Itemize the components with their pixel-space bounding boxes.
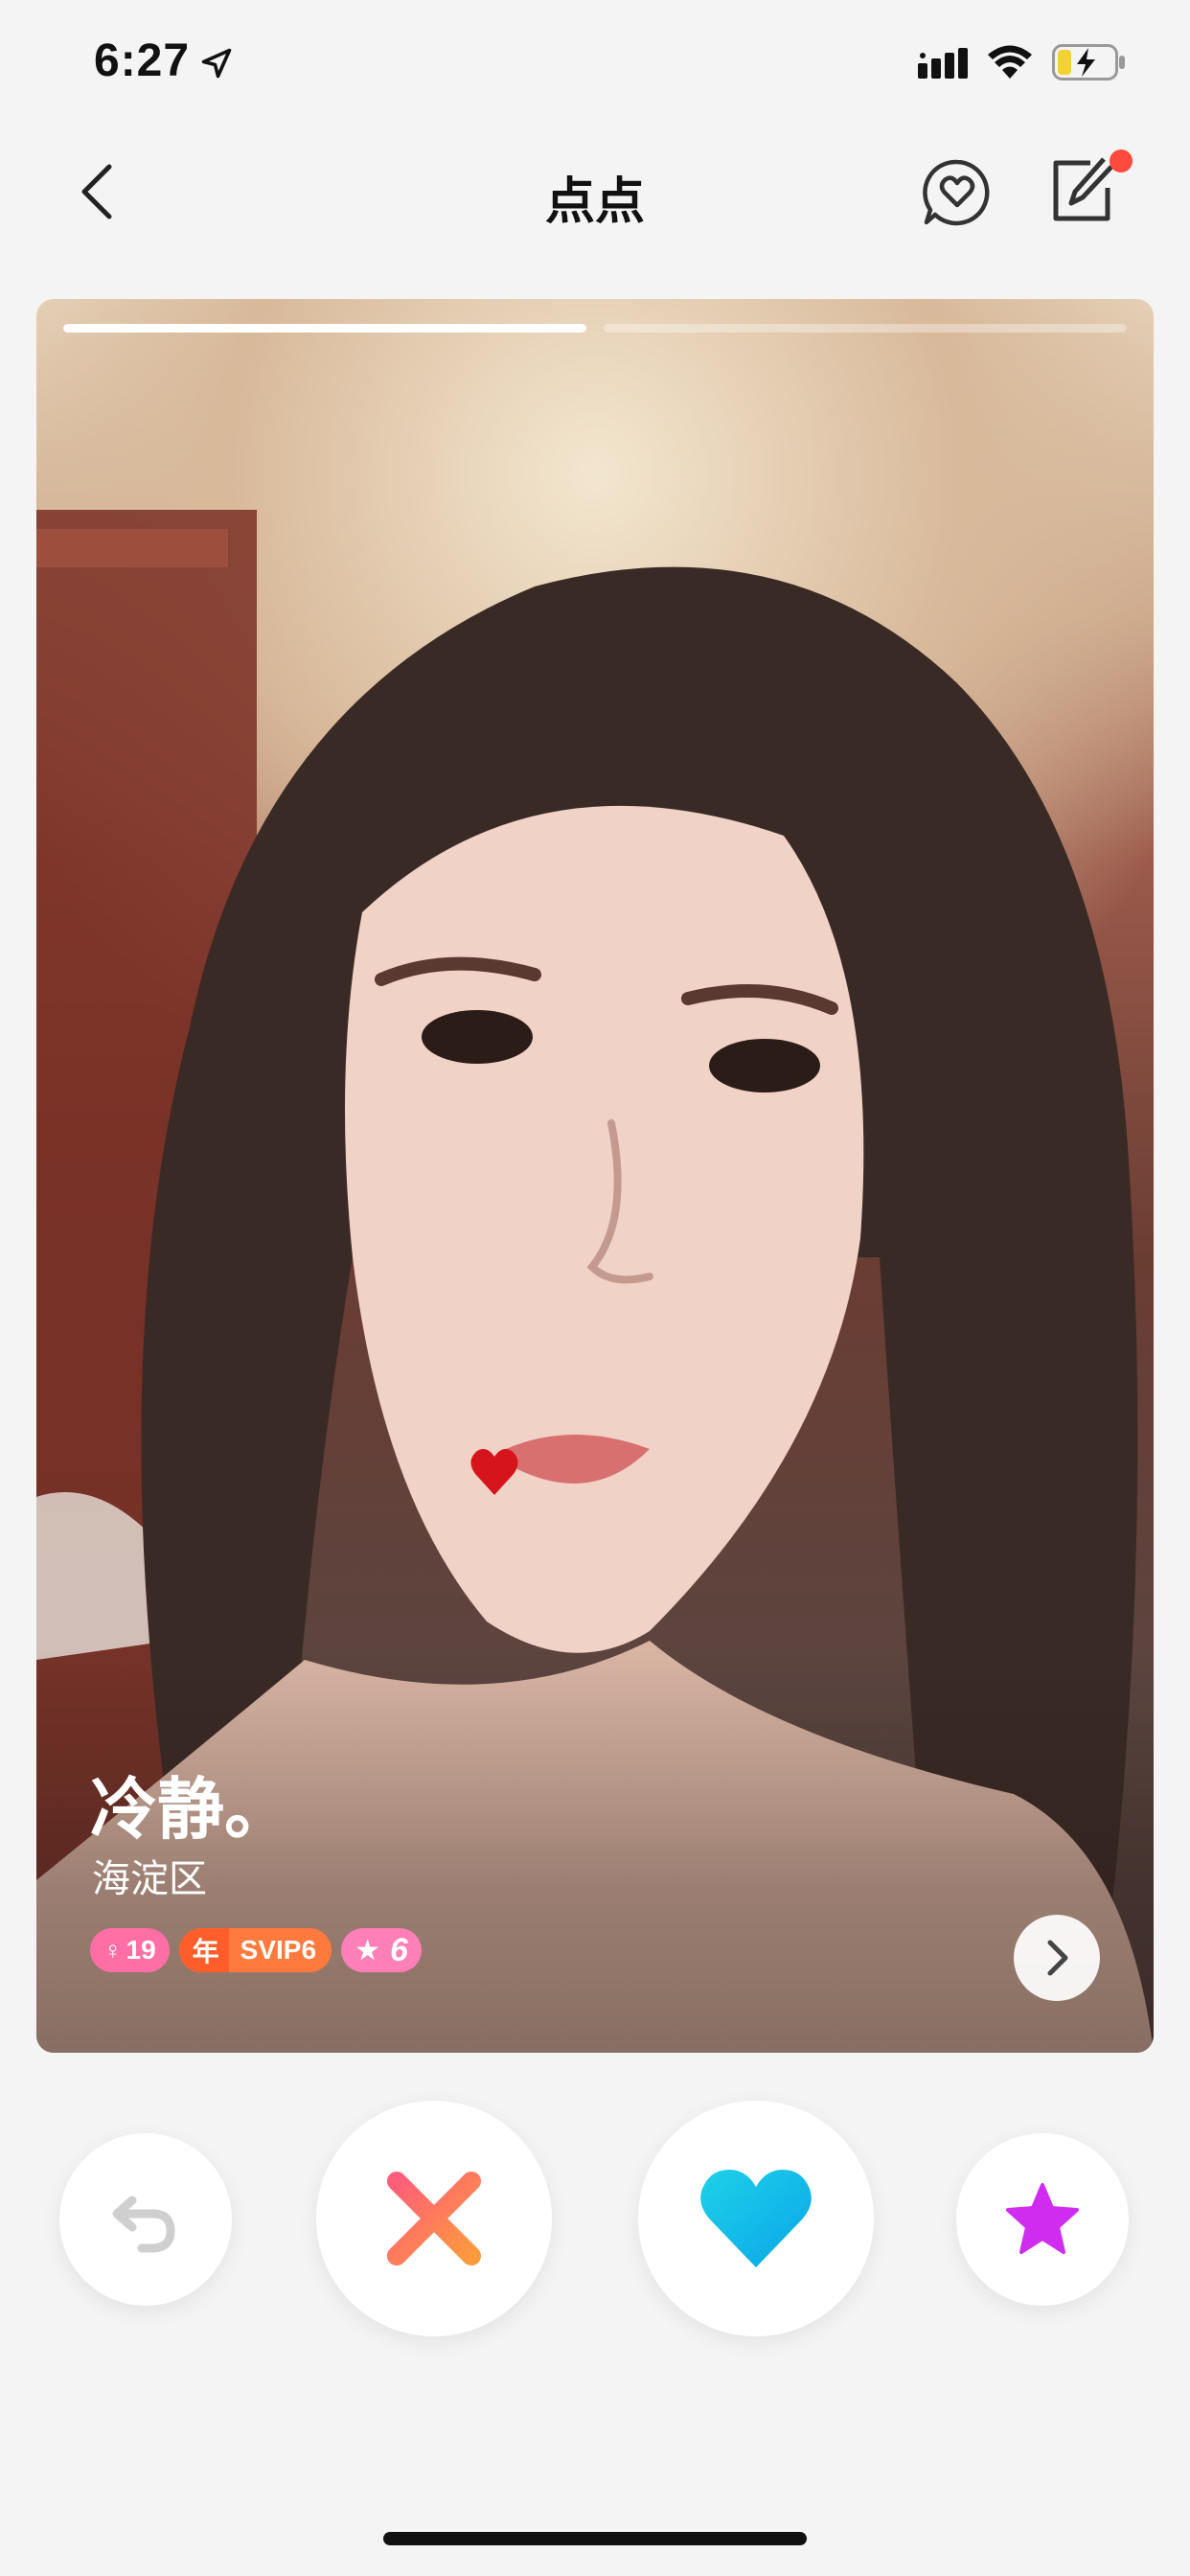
page-title: 点点 (544, 174, 645, 230)
wifi-icon (988, 45, 1032, 79)
badge-row: ♀ 19 年 SVIP6 ★ 6 (90, 1928, 422, 1972)
chat-heart-icon (923, 159, 990, 226)
photo-progress-segment-1 (63, 324, 586, 333)
view-profile-button[interactable] (1014, 1915, 1100, 2001)
nav-bar: 点点 (0, 134, 1190, 249)
edit-square-icon (1053, 157, 1113, 221)
close-x-icon (387, 2172, 481, 2266)
svip-badge: 年 SVIP6 (178, 1928, 332, 1972)
star-level-value: 6 (389, 1931, 408, 1968)
age-badge: ♀ 19 (90, 1928, 170, 1972)
superlike-button[interactable] (956, 2133, 1129, 2306)
compose-button[interactable] (1048, 155, 1115, 226)
location-arrow-icon (201, 48, 232, 79)
pass-button[interactable] (316, 2101, 552, 2336)
action-bar (0, 2099, 1190, 2348)
profile-card[interactable]: 冷静。 海淀区 ♀ 19 年 SVIP6 ★ 6 (36, 299, 1154, 2053)
undo-icon (112, 2196, 175, 2253)
star-level-badge: ★ 6 (341, 1928, 422, 1972)
svip-label: SVIP6 (240, 1935, 317, 1965)
undo-button[interactable] (59, 2133, 232, 2306)
like-button[interactable] (638, 2101, 874, 2336)
likes-button[interactable] (922, 157, 993, 228)
heart-icon (700, 2170, 812, 2267)
svip-year-label: 年 (178, 1928, 229, 1972)
photo-progress-segment-2 (604, 324, 1127, 333)
profile-location: 海淀区 (92, 1858, 207, 1900)
home-indicator (383, 2532, 807, 2545)
status-time: 6:27 (94, 35, 191, 86)
chevron-right-icon (1047, 1940, 1068, 1976)
notification-dot (1110, 150, 1133, 172)
battery-charging-icon (1052, 44, 1125, 80)
photo-progress (63, 324, 1127, 334)
age-value: 19 (126, 1935, 156, 1965)
star-icon (1006, 2183, 1079, 2254)
female-icon: ♀ (103, 1935, 123, 1965)
cellular-signal-icon (918, 48, 968, 79)
star-icon: ★ (355, 1934, 380, 1966)
status-bar: 6:27 (0, 0, 1190, 129)
profile-name: 冷静。 (90, 1772, 291, 1847)
